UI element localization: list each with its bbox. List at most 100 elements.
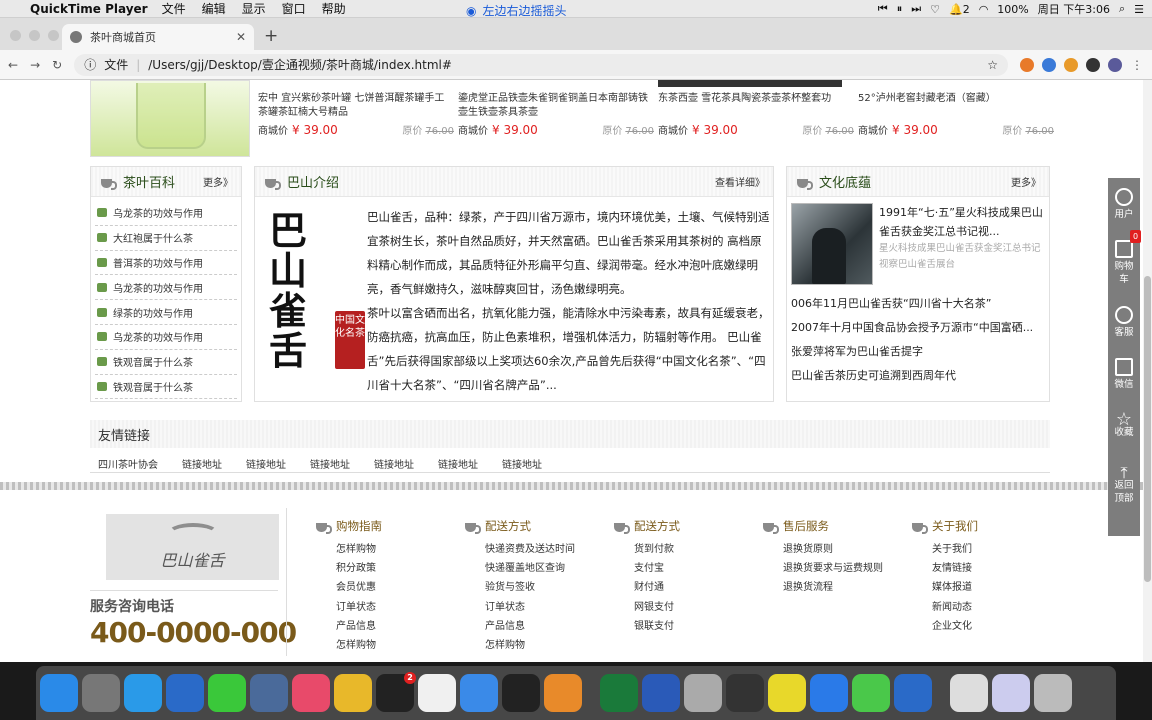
footer-link[interactable]: 新闻动态: [910, 598, 1058, 617]
list-item[interactable]: 大红袍属于什么茶: [95, 226, 237, 251]
product-name[interactable]: 东茶西壶 雪花茶具陶瓷茶壶茶杯整套功: [658, 80, 854, 122]
list-item[interactable]: 绿茶的功效与作用: [95, 300, 237, 325]
finder-icon[interactable]: [40, 674, 78, 712]
excel-icon[interactable]: [600, 674, 638, 712]
item-text[interactable]: 铁观音属于什么茶: [113, 354, 193, 369]
list-item[interactable]: 乌龙茶的功效与作用: [95, 201, 237, 226]
sublime-icon[interactable]: [544, 674, 582, 712]
translate-icon[interactable]: [1042, 57, 1056, 72]
footer-link[interactable]: 退换货原则: [761, 540, 909, 559]
footer-link[interactable]: 企业文化: [910, 617, 1058, 636]
footer-link[interactable]: 积分政策: [314, 559, 462, 578]
footer-link[interactable]: 快递资费及送达时间: [463, 540, 611, 559]
page-scrollbar[interactable]: [1143, 80, 1152, 662]
list-item[interactable]: 乌龙茶的功效与作用: [95, 275, 237, 301]
wechat-button[interactable]: 微信: [1108, 348, 1140, 400]
service-button[interactable]: 客服: [1108, 296, 1140, 348]
minimize-window-button[interactable]: [29, 30, 40, 41]
user-button[interactable]: 用户: [1108, 178, 1140, 230]
forward-icon[interactable]: →: [30, 58, 40, 72]
extension-icon[interactable]: [1086, 57, 1100, 72]
next-icon[interactable]: ⏭: [911, 2, 921, 16]
footer-link[interactable]: 订单状态: [463, 598, 611, 617]
menu-file[interactable]: 文件: [162, 0, 186, 17]
product-name[interactable]: 鎏虎堂正品铁壶朱雀铜雀铜盖日本南部铸铁壶生铁壶茶具茶壶: [458, 80, 654, 122]
qq-icon[interactable]: 2: [376, 672, 416, 712]
product-card[interactable]: 鎏虎堂正品铁壶朱雀铜雀铜盖日本南部铸铁壶生铁壶茶具茶壶 商城价 ¥ 39.00 …: [458, 80, 654, 137]
menu-window[interactable]: 窗口: [282, 0, 306, 17]
item-text[interactable]: 绿茶的功效与作用: [113, 305, 193, 320]
product-card[interactable]: 52°泸州老窖封藏老酒（窖藏） 商城价 ¥ 39.00 原价 76.00: [858, 80, 1054, 137]
culture-lead[interactable]: 1991年“七·五”星火科技成果巴山雀舌获金奖江总书记视...: [879, 203, 1047, 241]
address-bar[interactable]: ⓘ 文件 | /Users/gjj/Desktop/壹企通视频/茶叶商城/ind…: [74, 53, 1008, 76]
new-tab-icon[interactable]: +: [264, 26, 278, 46]
wifi-icon[interactable]: ◠: [979, 3, 989, 16]
word-icon[interactable]: [642, 674, 680, 712]
friend-link[interactable]: 链接地址: [310, 456, 350, 471]
more-menu-icon[interactable]: ⋮: [1130, 58, 1144, 72]
product-name[interactable]: 52°泸州老窖封藏老酒（窖藏）: [858, 80, 1054, 122]
extension-icon[interactable]: [1064, 57, 1078, 72]
list-item[interactable]: 张爱萍将军为巴山雀舌提字: [791, 343, 1047, 367]
wechat-work-icon[interactable]: [852, 674, 890, 712]
browser-tab[interactable]: 茶叶商城首页 ✕: [62, 24, 254, 50]
more-link[interactable]: 更多》: [1011, 174, 1041, 189]
app-icon[interactable]: [250, 674, 288, 712]
friend-link[interactable]: 链接地址: [502, 456, 542, 471]
footer-link[interactable]: 产品信息: [314, 617, 462, 636]
terminal-icon[interactable]: [502, 674, 540, 712]
friend-link[interactable]: 四川茶叶协会: [98, 456, 158, 471]
item-text[interactable]: 乌龙茶的功效与作用: [113, 205, 203, 220]
finder-window-icon[interactable]: [950, 674, 988, 712]
footer-link[interactable]: 友情链接: [910, 559, 1058, 578]
list-item[interactable]: 006年11月巴山雀舌获“四川省十大名茶”: [791, 295, 1047, 319]
preview-window-icon[interactable]: [992, 674, 1030, 712]
close-window-button[interactable]: [10, 30, 21, 41]
friend-link[interactable]: 链接地址: [182, 456, 222, 471]
footer-link[interactable]: 订单状态: [314, 598, 462, 617]
footer-link[interactable]: 关于我们: [910, 540, 1058, 559]
item-text[interactable]: 乌龙茶的功效与作用: [113, 280, 203, 295]
notification-icon[interactable]: 🔔2: [949, 3, 970, 16]
bookmark-star-icon[interactable]: ☆: [987, 58, 998, 72]
footer-link[interactable]: 验货与签收: [463, 578, 611, 597]
cart-button[interactable]: 0 购物车: [1108, 230, 1142, 296]
footer-link[interactable]: 会员优惠: [314, 578, 462, 597]
preview-icon[interactable]: [684, 674, 722, 712]
maps-icon[interactable]: [810, 674, 848, 712]
item-text[interactable]: 铁观音属于什么茶: [113, 379, 193, 394]
trash-icon[interactable]: [1034, 674, 1072, 712]
footer-link[interactable]: 产品信息: [463, 617, 611, 636]
prev-icon[interactable]: ⏮: [878, 2, 888, 16]
back-to-top-button[interactable]: ⤒ 返回顶部: [1108, 452, 1140, 518]
info-icon[interactable]: ⓘ: [84, 56, 96, 73]
product-card[interactable]: 宏中 宜兴紫砂茶叶罐 七饼普洱醒茶罐手工茶罐茶缸楠大号精品 商城价 ¥ 39.0…: [258, 80, 454, 137]
list-item[interactable]: 2007年十月中国食品协会授予万源市“中国富硒...: [791, 319, 1047, 343]
heart-icon[interactable]: ♡: [930, 3, 940, 16]
tea-glass-image[interactable]: [90, 80, 250, 157]
extension-icon[interactable]: [1020, 57, 1034, 72]
footer-link[interactable]: 快递覆盖地区查询: [463, 559, 611, 578]
url-text[interactable]: /Users/gjj/Desktop/壹企通视频/茶叶商城/index.html…: [148, 56, 452, 73]
list-item[interactable]: 铁观音属于什么茶: [95, 375, 237, 400]
menu-icon[interactable]: ☰: [1134, 3, 1144, 16]
scrollbar-thumb[interactable]: [1144, 276, 1151, 582]
item-text[interactable]: 大红袍属于什么茶: [113, 230, 193, 245]
list-item[interactable]: 巴山雀舌茶历史可追溯到西周年代: [791, 367, 1047, 391]
back-icon[interactable]: ←: [8, 58, 18, 72]
friend-link[interactable]: 链接地址: [374, 456, 414, 471]
footer-link[interactable]: 货到付款: [612, 540, 760, 559]
code-icon[interactable]: [726, 674, 764, 712]
item-text[interactable]: 普洱茶的功效与作用: [113, 255, 203, 270]
product-name[interactable]: 宏中 宜兴紫砂茶叶罐 七饼普洱醒茶罐手工茶罐茶缸楠大号精品: [258, 80, 454, 122]
close-tab-icon[interactable]: ✕: [236, 30, 246, 44]
safari-icon[interactable]: [124, 674, 162, 712]
feishu-icon[interactable]: [460, 674, 498, 712]
maximize-window-button[interactable]: [48, 30, 59, 41]
footer-link[interactable]: 财付通: [612, 578, 760, 597]
quicktime-icon[interactable]: [166, 674, 204, 712]
footer-link[interactable]: 支付宝: [612, 559, 760, 578]
menu-view[interactable]: 显示: [242, 0, 266, 17]
datetime[interactable]: 周日 下午3:06: [1038, 1, 1110, 17]
footer-link[interactable]: 网银支付: [612, 598, 760, 617]
